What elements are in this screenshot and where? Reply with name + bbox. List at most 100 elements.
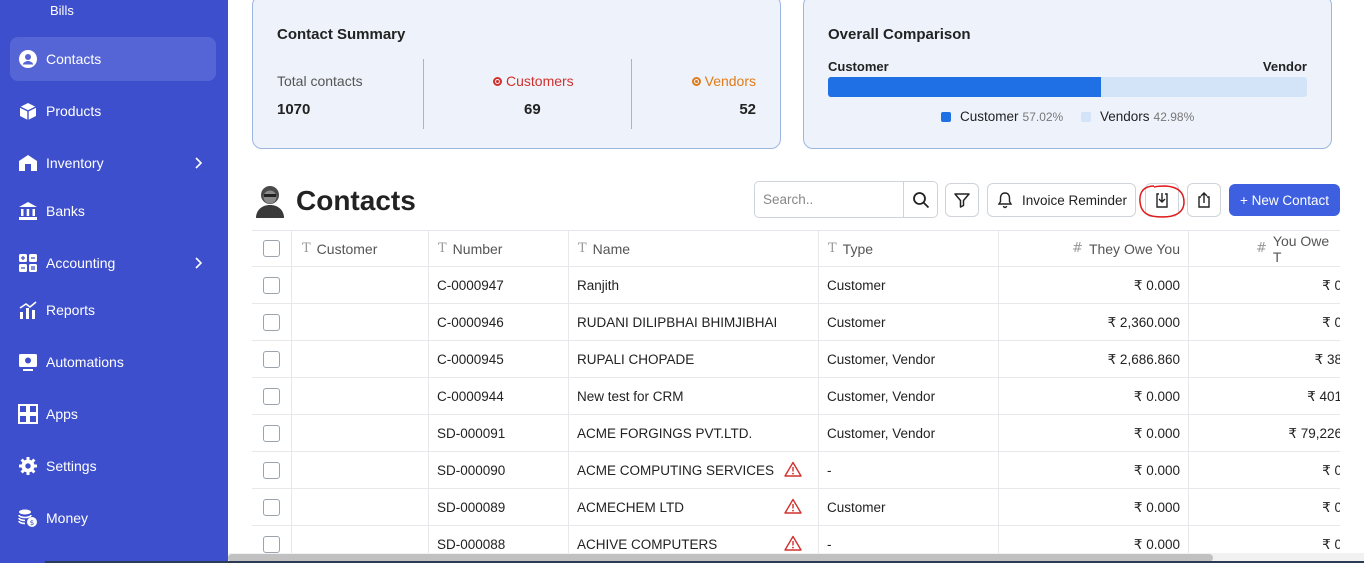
row-checkbox[interactable] [263, 489, 280, 526]
comparison-right-label: Vendor [1262, 59, 1307, 74]
vendor-dot-icon [691, 77, 701, 86]
column-header-number[interactable]: T Number [438, 231, 502, 266]
contact-type: Customer [827, 315, 886, 330]
contact-name: New test for CRM [577, 389, 684, 404]
contact-name: ACME COMPUTING SERVICES [577, 463, 775, 478]
contact-summary-card: Contact Summary Total contacts 1070 Cust… [252, 0, 781, 149]
contact-summary-title: Contact Summary [277, 26, 406, 43]
sidebar-item-settings[interactable]: Settings [10, 444, 216, 488]
row-checkbox[interactable] [263, 452, 280, 489]
contact-type: Customer [827, 500, 886, 515]
sidebar-item-accounting[interactable]: Accounting [10, 241, 216, 285]
select-all-checkbox[interactable] [263, 231, 280, 266]
contact-name: ACME FORGINGS PVT.LTD. [577, 426, 753, 441]
they-owe-you-value: ₹ 2,360.000 [1107, 314, 1180, 330]
contact-number: SD-000091 [437, 426, 506, 441]
sidebar-item-label: Accounting [46, 255, 116, 271]
column-header-name[interactable]: T Name [578, 231, 630, 266]
annotation-circle [1139, 185, 1185, 218]
contact-name: ACHIVE COMPUTERS [577, 537, 718, 552]
text-type-icon: T [578, 241, 587, 256]
you-owe-value: ₹ 0 [1322, 314, 1340, 330]
divider [423, 59, 424, 129]
warning-icon[interactable] [784, 535, 802, 551]
sidebar-item-inventory[interactable]: Inventory [10, 141, 216, 185]
table-row[interactable]: C-0000946 RUDANI DILIPBHAI BHIMJIBHAI Cust… [252, 303, 1340, 340]
bell-icon [997, 192, 1013, 209]
contact-number: C-0000944 [437, 389, 504, 404]
legend-swatch [941, 111, 951, 122]
filter-button[interactable] [945, 183, 979, 217]
sidebar-item-apps[interactable]: Apps [10, 392, 216, 436]
sidebar-item-label: Apps [46, 406, 78, 422]
upload-button[interactable] [1187, 183, 1221, 217]
they-owe-you-value: ₹ 0.000 [1133, 536, 1180, 552]
contact-number: SD-000088 [437, 537, 506, 552]
sidebar-item-bills[interactable]: Bills [50, 3, 74, 18]
sidebar-item-money[interactable]: $ Money [10, 496, 216, 540]
column-header-customer[interactable]: T Customer [302, 231, 377, 266]
sidebar-item-banks[interactable]: Banks [10, 189, 216, 233]
comparison-bar-fill [828, 77, 1102, 97]
row-checkbox[interactable] [263, 378, 280, 415]
you-owe-value: ₹ 401 [1307, 388, 1340, 404]
table-row[interactable]: C-0000945 RUPALI CHOPADE Customer, Vendor ₹… [252, 340, 1340, 377]
warning-icon[interactable] [784, 461, 802, 477]
column-header-you-owe[interactable]: # You Owe T [1256, 231, 1340, 266]
sidebar-item-reports[interactable]: Reports [10, 288, 216, 332]
table-row[interactable]: SD-000090 ACME COMPUTING SERVICES - ₹ 0.000… [252, 451, 1340, 488]
automations-icon [18, 352, 38, 372]
search-input[interactable] [754, 181, 904, 218]
contact-name: ACMECHEM LTD [577, 500, 685, 515]
person-icon [256, 186, 284, 218]
row-checkbox[interactable] [263, 267, 280, 304]
row-checkbox[interactable] [263, 304, 280, 341]
contact-name: RUPALI CHOPADE [577, 352, 695, 367]
sidebar-item-label: Products [46, 103, 102, 119]
column-header-they-owe-you[interactable]: # They Owe You [1072, 231, 1180, 266]
they-owe-you-value: ₹ 0.000 [1133, 462, 1180, 478]
legend-vendor: Vendors 42.98% [1081, 109, 1194, 124]
customers-value: 69 [524, 101, 541, 118]
table-row[interactable]: SD-000091 ACME FORGINGS PVT.LTD. Customer,… [252, 414, 1340, 451]
invoice-reminder-button[interactable]: Invoice Reminder [987, 183, 1136, 217]
they-owe-you-value: ₹ 0.000 [1133, 277, 1180, 293]
row-checkbox[interactable] [263, 415, 280, 452]
settings-icon [18, 456, 38, 476]
sidebar-item-products[interactable]: Products [10, 89, 216, 133]
new-contact-button[interactable]: + New Contact [1229, 184, 1340, 216]
sidebar-item-automations[interactable]: Automations [10, 340, 216, 384]
search-button[interactable] [903, 181, 938, 218]
svg-text:$: $ [30, 519, 34, 527]
sidebar-item-contacts[interactable]: Contacts [10, 37, 216, 81]
you-owe-value: ₹ 0 [1322, 462, 1340, 478]
you-owe-value: ₹ 0 [1322, 536, 1340, 552]
contact-name: RUDANI DILIPBHAI BHIMJIBHAI [577, 315, 778, 330]
table-row[interactable]: SD-000089 ACMECHEM LTD Customer ₹ 0.000 ₹ 0 [252, 488, 1340, 525]
row-checkbox[interactable] [263, 526, 280, 553]
table-row[interactable]: C-0000944 New test for CRM Customer, Vendo… [252, 377, 1340, 414]
filter-icon [954, 193, 970, 208]
you-owe-value: ₹ 0 [1322, 277, 1340, 293]
overall-comparison-card: Overall Comparison Customer Vendor Custo… [803, 0, 1332, 149]
you-owe-value: ₹ 0 [1322, 499, 1340, 515]
page-title: Contacts [296, 185, 416, 216]
sidebar: Bills Contacts Products Inventory Banks … [0, 0, 228, 563]
sidebar-item-label: Automations [46, 354, 124, 370]
row-checkbox[interactable] [263, 341, 280, 378]
total-contacts-value: 1070 [277, 101, 311, 118]
accounting-icon [18, 253, 38, 273]
warning-icon[interactable] [784, 498, 802, 514]
contacts-table: T Customer T Number T Name T Type # They Owe … [252, 230, 1340, 553]
column-header-type[interactable]: T Type [828, 231, 873, 266]
table-row[interactable]: C-0000947 Ranjith Customer ₹ 0.000 ₹ 0 [252, 266, 1340, 303]
reports-icon [18, 300, 38, 320]
apps-icon [18, 404, 38, 424]
products-icon [18, 101, 38, 121]
text-type-icon: T [302, 241, 311, 256]
vendors-label: Vendors [691, 73, 756, 89]
they-owe-you-value: ₹ 0.000 [1133, 388, 1180, 404]
table-row[interactable]: SD-000088 ACHIVE COMPUTERS - ₹ 0.000 ₹ 0 [252, 525, 1340, 553]
contacts-icon [18, 49, 38, 69]
contact-type: - [827, 463, 832, 478]
